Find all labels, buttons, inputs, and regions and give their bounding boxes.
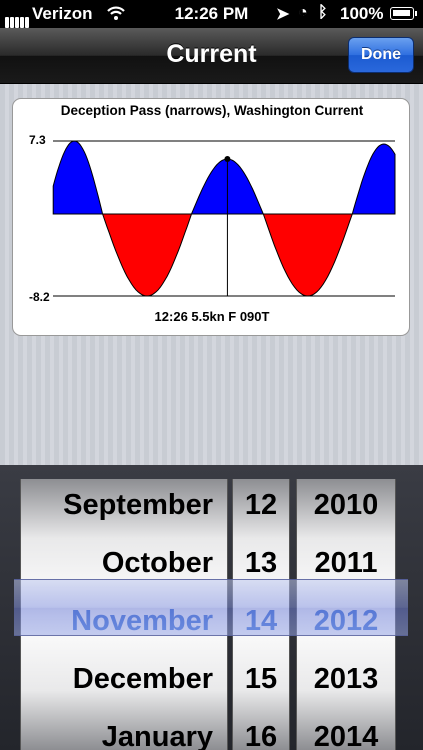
- content-area: Deception Pass (narrows), Washington Cur…: [0, 84, 423, 465]
- location-icon: ➤: [276, 6, 290, 23]
- year-option[interactable]: 2013: [297, 650, 395, 708]
- day-option[interactable]: 12: [233, 479, 289, 534]
- battery-icon: [390, 7, 417, 20]
- battery-percent: 100%: [340, 4, 384, 23]
- day-option[interactable]: 16: [233, 708, 289, 750]
- year-option-selected[interactable]: 2012: [297, 592, 395, 650]
- month-option[interactable]: January: [21, 708, 227, 750]
- current-time-marker: [224, 156, 231, 162]
- date-picker[interactable]: September October November December Janu…: [0, 465, 423, 750]
- year-option[interactable]: 2010: [297, 479, 395, 534]
- day-wheel[interactable]: 12 13 14 15 16: [232, 479, 290, 750]
- day-option[interactable]: 15: [233, 650, 289, 708]
- bluetooth-icon: ᛒ: [318, 4, 328, 21]
- navigation-bar: Current Done: [0, 28, 423, 84]
- current-chart-card: Deception Pass (narrows), Washington Cur…: [12, 98, 410, 336]
- month-wheel[interactable]: September October November December Janu…: [20, 479, 228, 750]
- year-option[interactable]: 2011: [297, 534, 395, 592]
- ebb-area: [101, 213, 193, 297]
- status-bar: Verizon 12:26 PM ➤ ◔ ᛒ 100%: [0, 0, 423, 28]
- chart-caption: 12:26 5.5kn F 090T: [154, 309, 270, 324]
- current-chart: [52, 140, 396, 297]
- month-option[interactable]: September: [21, 479, 227, 534]
- day-option[interactable]: 13: [233, 534, 289, 592]
- flood-area: [52, 140, 104, 215]
- ebb-area: [262, 213, 354, 297]
- day-option-selected[interactable]: 14: [233, 592, 289, 650]
- done-button[interactable]: Done: [348, 37, 414, 73]
- year-wheel[interactable]: 2010 2011 2012 2013 2014: [296, 479, 396, 750]
- month-option-selected[interactable]: November: [21, 592, 227, 650]
- flood-area: [351, 143, 396, 215]
- month-option[interactable]: October: [21, 534, 227, 592]
- month-option[interactable]: December: [21, 650, 227, 708]
- alarm-icon: ◔: [298, 4, 308, 21]
- year-option[interactable]: 2014: [297, 708, 395, 750]
